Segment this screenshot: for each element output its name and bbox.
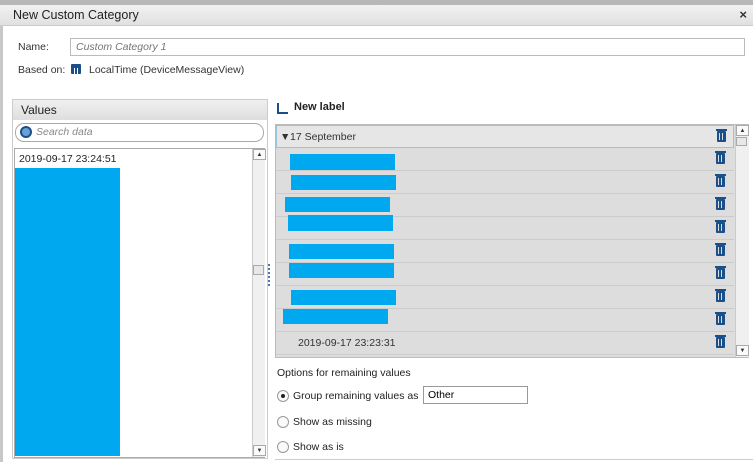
redacted-block xyxy=(289,263,394,278)
trash-icon[interactable] xyxy=(716,129,727,142)
group-label: 17 September xyxy=(290,131,356,143)
tree-scrollbar[interactable]: ▲ ▼ xyxy=(735,125,749,357)
divider xyxy=(275,459,753,460)
redacted-block xyxy=(289,244,394,259)
redacted-block xyxy=(291,290,396,305)
based-on-label: Based on: xyxy=(18,64,66,76)
trash-icon[interactable] xyxy=(715,243,726,256)
group-remaining-radio[interactable] xyxy=(277,390,289,402)
name-input[interactable] xyxy=(70,38,745,56)
search-icon xyxy=(20,126,32,138)
redacted-block xyxy=(288,215,393,231)
search-input[interactable]: Search data xyxy=(15,123,264,142)
trash-icon[interactable] xyxy=(715,174,726,187)
values-panel: Values Search data 2019-09-17 23:24:51 ▲… xyxy=(12,99,268,459)
window-frame-left xyxy=(0,26,3,462)
tree-row[interactable] xyxy=(276,309,734,332)
tree-row[interactable] xyxy=(276,215,734,240)
group-name-input[interactable] xyxy=(423,386,528,404)
values-scrollbar[interactable]: ▲ ▼ xyxy=(252,149,266,457)
show-as-is-radio[interactable] xyxy=(277,441,289,453)
trash-icon[interactable] xyxy=(715,335,726,348)
redacted-block xyxy=(285,197,390,212)
tree-row[interactable]: 2019-09-17 23:23:31 xyxy=(276,332,734,355)
trash-icon[interactable] xyxy=(715,197,726,210)
values-list[interactable]: 2019-09-17 23:24:51 ▲ ▼ xyxy=(14,148,266,458)
scroll-down-arrow[interactable]: ▼ xyxy=(253,445,266,456)
tree-row[interactable] xyxy=(276,263,734,286)
title-bar: New Custom Category × xyxy=(0,5,753,26)
show-missing-label: Show as missing xyxy=(293,416,372,428)
list-item[interactable]: 2019-09-17 23:24:51 xyxy=(19,153,117,165)
tree-row[interactable] xyxy=(276,148,734,171)
redacted-block xyxy=(291,175,396,190)
trash-icon[interactable] xyxy=(715,220,726,233)
tree-item-label: 2019-09-17 23:23:31 xyxy=(298,337,396,349)
trash-icon[interactable] xyxy=(715,312,726,325)
search-placeholder: Search data xyxy=(36,126,93,138)
scroll-down-arrow[interactable]: ▼ xyxy=(736,345,749,356)
dialog-title: New Custom Category xyxy=(13,8,139,22)
tree-group-row[interactable]: ▼ 17 September xyxy=(276,125,734,148)
tree-row[interactable] xyxy=(276,171,734,194)
trash-icon[interactable] xyxy=(715,266,726,279)
show-missing-radio[interactable] xyxy=(277,416,289,428)
trash-icon[interactable] xyxy=(715,151,726,164)
scroll-thumb[interactable] xyxy=(253,265,264,275)
labels-tree: ▼ 17 September 2019-09-17 23:23:31 ▲ ▼ xyxy=(275,124,749,358)
new-label-button[interactable]: New label xyxy=(294,101,345,113)
show-as-is-label: Show as is xyxy=(293,441,344,453)
based-on-value: LocalTime (DeviceMessageView) xyxy=(89,64,245,76)
redacted-block xyxy=(290,154,395,170)
tree-row[interactable] xyxy=(276,240,734,263)
values-header: Values xyxy=(13,100,267,120)
scroll-up-arrow[interactable]: ▲ xyxy=(253,149,266,160)
options-title: Options for remaining values xyxy=(277,367,411,379)
scroll-thumb[interactable] xyxy=(736,137,747,146)
tree-row[interactable] xyxy=(276,286,734,309)
close-icon[interactable]: × xyxy=(739,7,747,22)
splitter-handle[interactable] xyxy=(268,264,271,286)
expand-arrow-icon[interactable]: ▼ xyxy=(280,131,290,143)
column-icon xyxy=(71,64,81,74)
name-label: Name: xyxy=(18,41,49,53)
tree-row[interactable] xyxy=(276,194,734,217)
trash-icon[interactable] xyxy=(715,289,726,302)
scroll-up-arrow[interactable]: ▲ xyxy=(736,125,749,136)
new-label-icon[interactable] xyxy=(277,103,288,114)
redacted-block xyxy=(15,168,120,456)
redacted-block xyxy=(283,309,388,324)
group-remaining-label: Group remaining values as xyxy=(293,390,419,402)
